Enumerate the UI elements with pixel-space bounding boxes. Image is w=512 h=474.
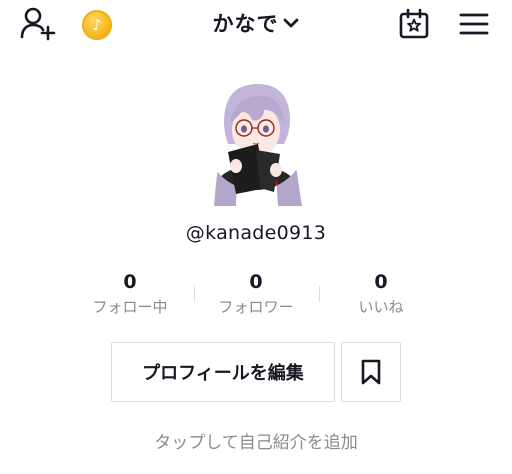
following-label: フォロー中	[92, 298, 168, 316]
edit-profile-button[interactable]: プロフィールを編集	[111, 342, 335, 402]
calendar-button[interactable]	[394, 6, 434, 42]
following-count: 0	[123, 271, 137, 293]
username: @kanade0913	[185, 222, 327, 244]
add-bio-prompt[interactable]: タップして自己紹介を追加	[0, 428, 512, 453]
following-stat[interactable]: 0 フォロー中	[60, 268, 200, 318]
chevron-down-icon	[283, 18, 298, 28]
avatar[interactable]	[206, 80, 306, 210]
coin-icon: ♪	[82, 10, 112, 40]
likes-count: 0	[374, 271, 388, 293]
followers-label: フォロワー	[218, 298, 294, 316]
avatar-illustration	[206, 84, 306, 206]
top-bar: ♪ かなで	[0, 0, 512, 50]
account-name: かなで	[212, 12, 279, 36]
bookmark-icon	[361, 359, 381, 385]
likes-label: いいね	[358, 298, 404, 316]
followers-stat[interactable]: 0 フォロワー	[186, 268, 326, 318]
profile-page: ♪ かなで @kanade0913 0 フォロー中 0 フォロワー 0 いいね …	[0, 0, 512, 474]
hamburger-menu-icon	[459, 13, 489, 35]
menu-button[interactable]	[454, 6, 494, 42]
followers-count: 0	[249, 271, 263, 293]
add-person-icon	[20, 7, 56, 41]
coin-button[interactable]: ♪	[80, 8, 114, 42]
calendar-star-icon	[399, 8, 429, 39]
bookmark-button[interactable]	[341, 342, 401, 402]
add-friend-button[interactable]	[16, 6, 60, 42]
likes-stat[interactable]: 0 いいね	[311, 268, 451, 318]
account-switcher[interactable]: かなで	[170, 6, 342, 40]
